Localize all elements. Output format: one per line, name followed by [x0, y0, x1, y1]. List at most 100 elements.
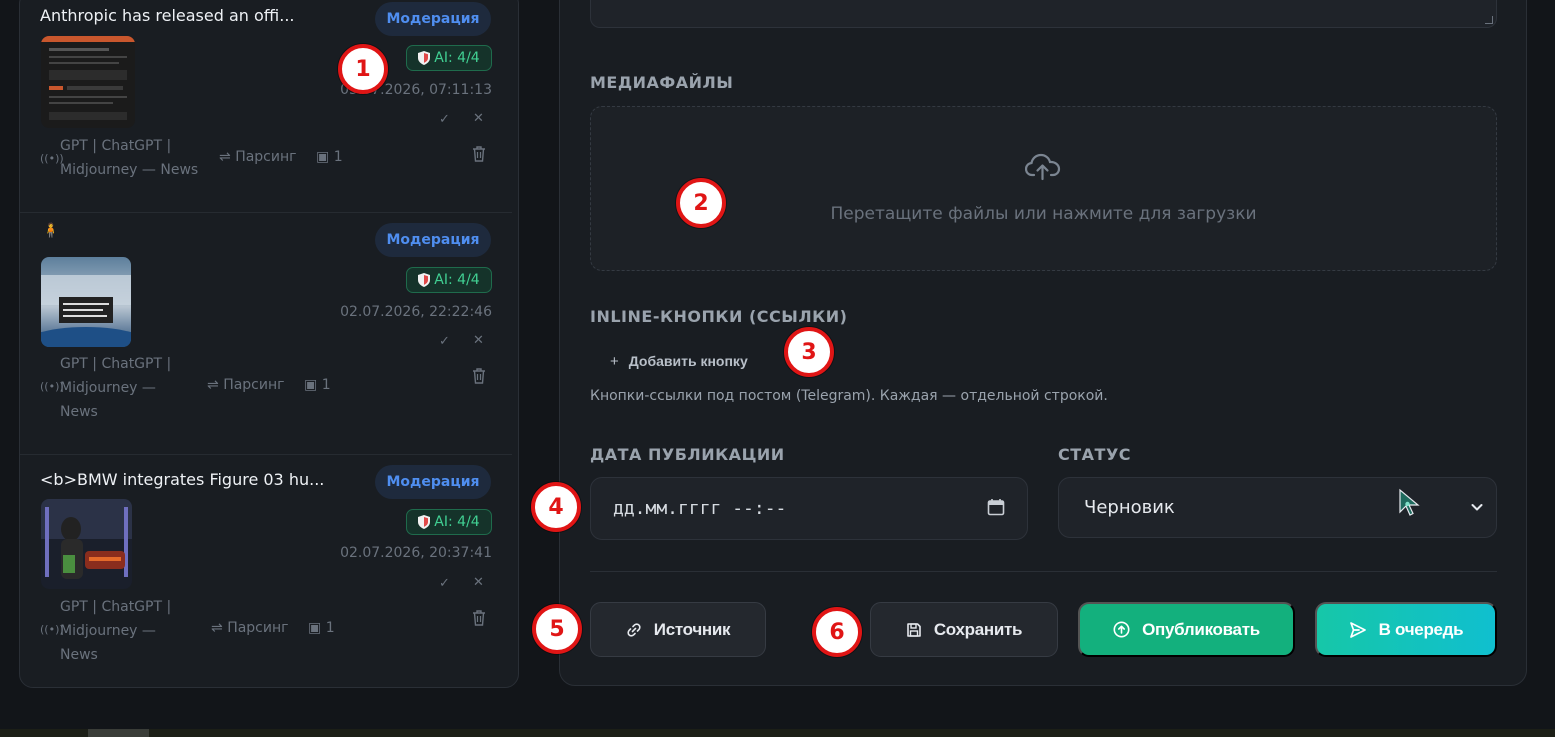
ai-check-label: AI: 4/4	[434, 50, 480, 66]
cloud-upload-icon	[1025, 153, 1061, 181]
ai-check-label: AI: 4/4	[434, 514, 480, 530]
publish-button[interactable]: Опубликовать	[1078, 602, 1295, 657]
media-count: ▣ 1	[304, 377, 331, 393]
source-button-label: Источник	[653, 619, 731, 639]
floppy-icon	[907, 622, 921, 637]
queue-button-label: В очередь	[1378, 619, 1464, 639]
save-button[interactable]: Сохранить	[870, 602, 1058, 657]
media-count: ▣ 1	[308, 620, 335, 636]
post-card[interactable]: Anthropic has released an offi... Модера…	[20, 1, 518, 202]
reject-icon[interactable]: ✕	[473, 111, 484, 126]
ai-check-label: AI: 4/4	[434, 272, 480, 288]
post-title[interactable]: <b>BMW integrates Figure 03 hu...	[40, 470, 324, 489]
status-badge: Модерация	[375, 465, 491, 499]
inline-buttons-help: Кнопки-ссылки под постом (Telegram). Каж…	[590, 388, 1108, 404]
source-button[interactable]: Источник	[590, 602, 766, 657]
parse-tag: ⇌ Парсинг	[207, 377, 285, 393]
source-line: Midjourney —	[60, 380, 156, 396]
calendar-icon[interactable]	[987, 498, 1005, 516]
callout-marker: 6	[812, 607, 862, 657]
chevron-down-icon	[1471, 504, 1483, 511]
post-card[interactable]: 🧍 Модерация AI: 4/4 02.07.2026, 22:22:46…	[20, 223, 518, 443]
post-source: GPT | ChatGPT | Midjourney — News	[60, 352, 171, 424]
source-line: GPT | ChatGPT |	[60, 138, 172, 154]
post-thumbnail[interactable]	[41, 499, 132, 589]
callout-marker: 5	[532, 604, 582, 654]
reject-icon[interactable]: ✕	[473, 333, 484, 348]
image-icon: ▣	[304, 377, 318, 393]
callout-marker: 4	[531, 482, 581, 532]
parse-tag: ⇌ Парсинг	[219, 149, 297, 165]
source-line: News	[60, 647, 98, 663]
bottom-scrollbar[interactable]	[0, 729, 1555, 737]
publish-icon	[1113, 621, 1130, 638]
add-button-button[interactable]: + Добавить кнопку	[610, 348, 748, 374]
media-dropzone[interactable]: Перетащите файлы или нажмите для загрузк…	[590, 106, 1497, 271]
trash-icon[interactable]	[472, 146, 486, 162]
dropzone-hint: Перетащите файлы или нажмите для загрузк…	[830, 204, 1257, 224]
post-date: 02.07.2026, 20:37:41	[340, 545, 492, 561]
status-badge: Модерация	[375, 2, 491, 36]
callout-marker: 2	[676, 178, 726, 228]
publish-date-label: ДАТА ПУБЛИКАЦИИ	[590, 445, 785, 464]
publish-date-input[interactable]: дд.мм.гггг --:--	[590, 477, 1028, 540]
add-button-label: Добавить кнопку	[628, 353, 748, 369]
resize-handle[interactable]	[1485, 16, 1493, 24]
callout-marker: 1	[338, 44, 388, 94]
parse-tag: ⇌ Парсинг	[211, 620, 289, 636]
approve-icon[interactable]: ✓	[439, 112, 450, 127]
post-list-panel: Anthropic has released an offi... Модера…	[19, 0, 519, 688]
post-source: GPT | ChatGPT | Midjourney — News	[60, 595, 171, 667]
source-line: Midjourney —	[60, 623, 156, 639]
publish-button-label: Опубликовать	[1142, 619, 1260, 639]
media-section-label: МЕДИАФАЙЛЫ	[590, 73, 734, 92]
trash-icon[interactable]	[472, 610, 486, 626]
parse-label: Парсинг	[227, 620, 289, 636]
shield-icon	[418, 273, 431, 287]
source-line: News	[60, 404, 98, 420]
post-divider	[20, 454, 512, 455]
approve-icon[interactable]: ✓	[439, 576, 450, 591]
date-placeholder: дд.мм.гггг --:--	[613, 498, 787, 519]
shield-icon	[418, 51, 431, 65]
status-selected-value: Черновик	[1084, 497, 1175, 518]
post-text-area[interactable]	[590, 0, 1497, 28]
reject-icon[interactable]: ✕	[473, 575, 484, 590]
ai-check-badge: AI: 4/4	[406, 509, 492, 535]
post-emoji[interactable]: 🧍	[42, 223, 59, 239]
source-line: GPT | ChatGPT |	[60, 599, 172, 615]
post-date: 02.07.2026, 22:22:46	[340, 304, 492, 320]
media-count-value: 1	[321, 377, 331, 393]
link-icon	[627, 622, 641, 637]
status-select[interactable]: Черновик	[1058, 477, 1497, 538]
post-thumbnail[interactable]	[41, 36, 135, 128]
post-editor-panel: МЕДИАФАЙЛЫ Перетащите файлы или нажмите …	[559, 0, 1527, 686]
actions-divider	[590, 571, 1497, 572]
send-icon	[1349, 621, 1366, 638]
mouse-cursor-icon	[1399, 488, 1420, 516]
post-title[interactable]: Anthropic has released an offi...	[40, 6, 295, 25]
media-count-value: 1	[325, 620, 335, 636]
media-count: ▣ 1	[316, 149, 343, 165]
parse-label: Парсинг	[235, 149, 297, 165]
post-card[interactable]: <b>BMW integrates Figure 03 hu... Модера…	[20, 465, 518, 685]
post-divider	[20, 212, 512, 213]
image-icon: ▣	[308, 620, 322, 636]
status-badge: Модерация	[375, 223, 491, 257]
source-line: GPT | ChatGPT |	[60, 356, 172, 372]
save-button-label: Сохранить	[933, 619, 1023, 639]
trash-icon[interactable]	[472, 368, 486, 384]
ai-check-badge: AI: 4/4	[406, 45, 492, 71]
image-icon: ▣	[316, 149, 330, 165]
parse-label: Парсинг	[223, 377, 285, 393]
post-source: GPT | ChatGPT | Midjourney — News	[60, 134, 198, 182]
ai-check-badge: AI: 4/4	[406, 267, 492, 293]
scrollbar-thumb[interactable]	[88, 729, 149, 737]
approve-icon[interactable]: ✓	[439, 334, 450, 349]
shield-icon	[418, 515, 431, 529]
post-thumbnail[interactable]	[41, 257, 131, 347]
status-label: СТАТУС	[1058, 445, 1132, 464]
media-count-value: 1	[333, 149, 343, 165]
source-line: Midjourney — News	[60, 162, 199, 178]
queue-button[interactable]: В очередь	[1315, 602, 1497, 657]
